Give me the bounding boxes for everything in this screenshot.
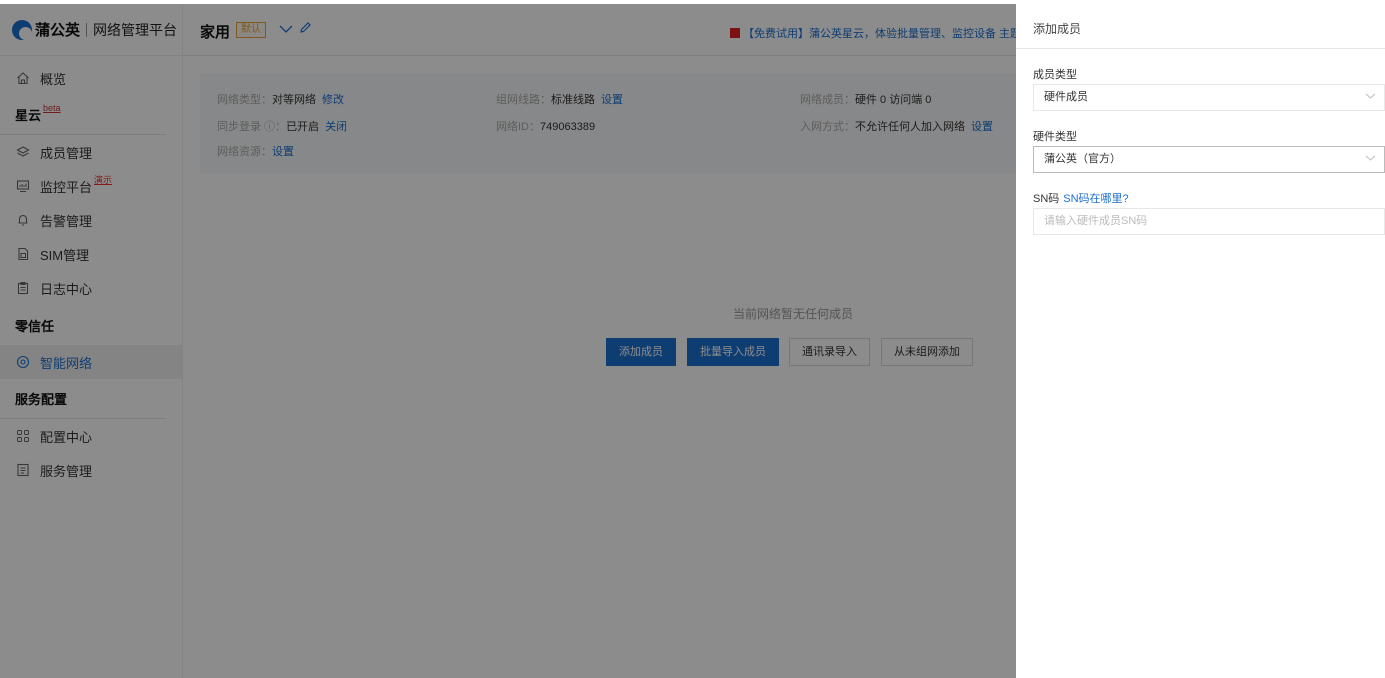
member-type-label: 成员类型 [1033, 69, 1077, 81]
member-type-select[interactable]: 硬件成员 [1033, 84, 1385, 111]
hardware-type-label: 硬件类型 [1033, 131, 1077, 143]
chevron-down-icon [1365, 85, 1376, 110]
hardware-type-select[interactable]: 蒲公英（官方） [1033, 146, 1385, 173]
drawer-title: 添加成员 [1016, 4, 1385, 49]
chevron-down-icon [1365, 147, 1376, 172]
add-member-drawer: 添加成员 成员类型 硬件成员 硬件类型 蒲公英（官方） SN码 SN码在哪里? 请… [1016, 4, 1385, 678]
sn-help-link[interactable]: SN码在哪里? [1063, 193, 1128, 205]
sn-code-input[interactable]: 请输入硬件成员SN码 [1033, 208, 1385, 235]
sn-label-row: SN码 SN码在哪里? [1033, 193, 1129, 205]
